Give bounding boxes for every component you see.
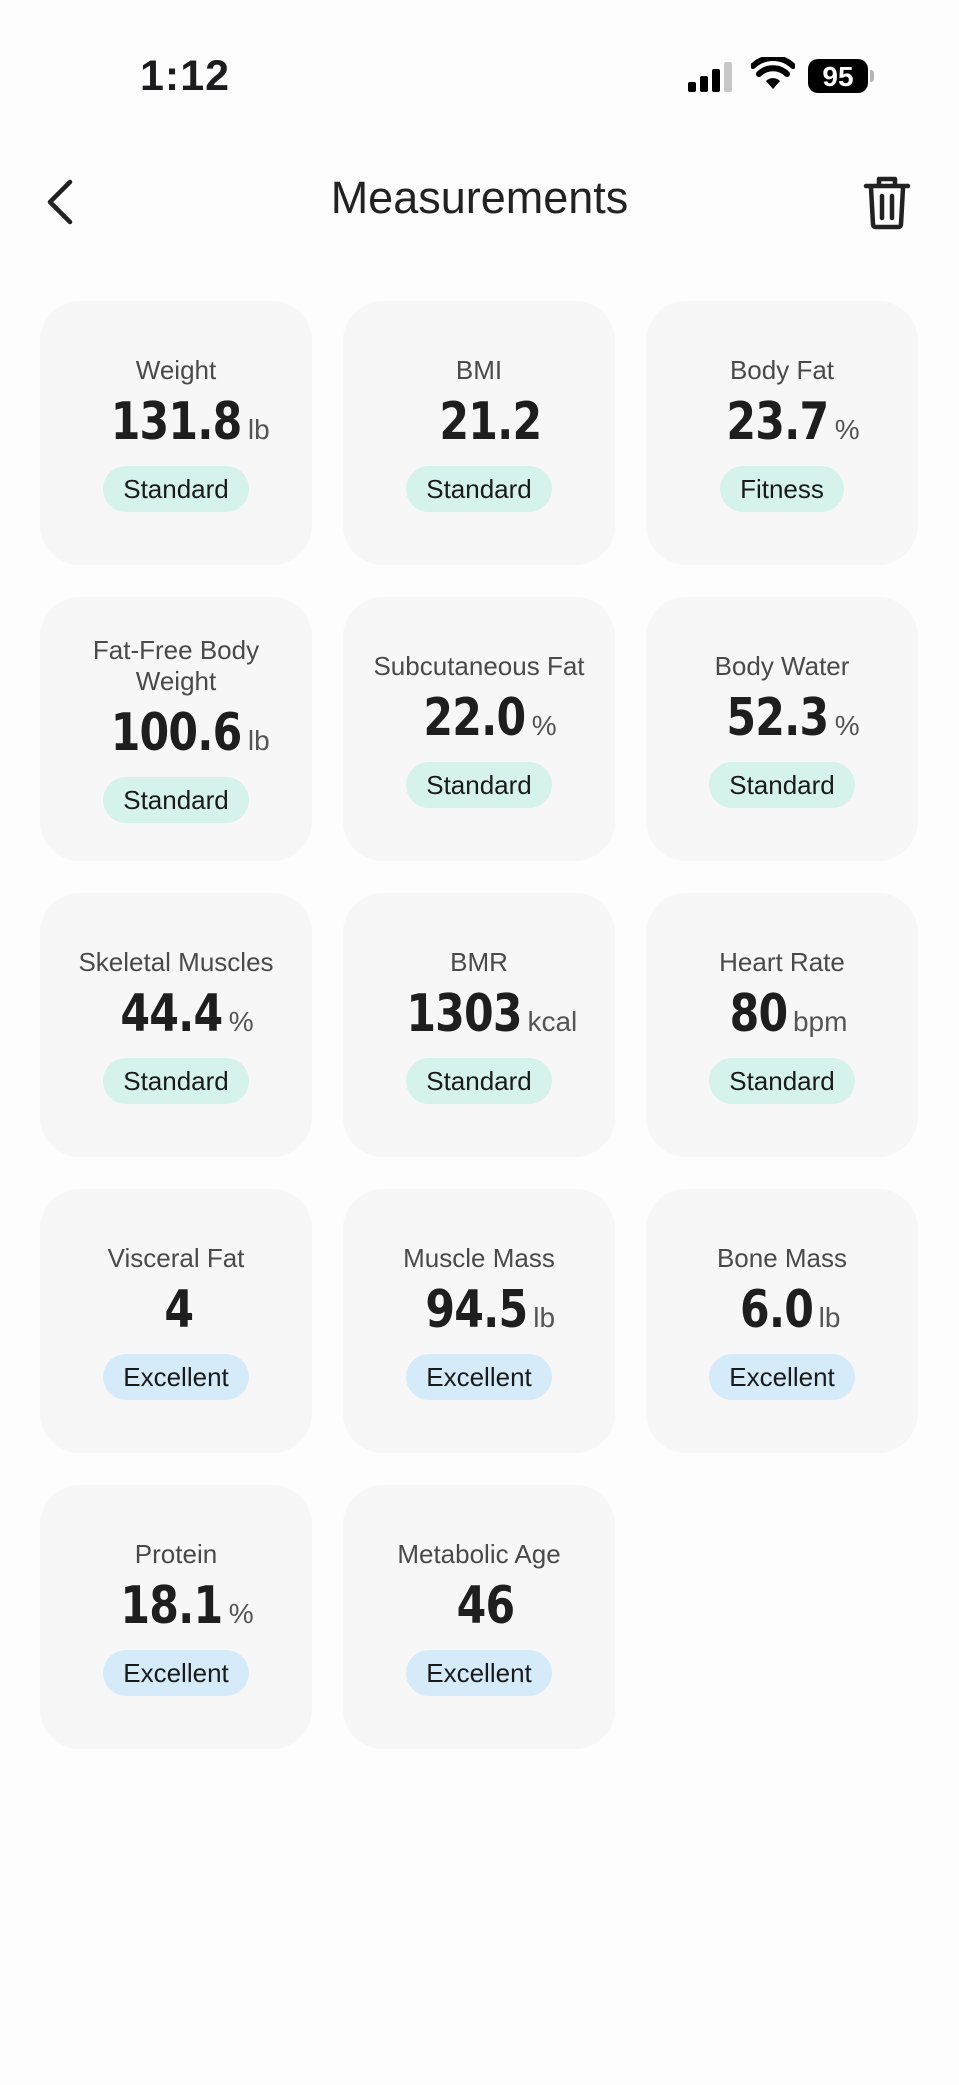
metric-label: Skeletal Muscles: [78, 946, 274, 977]
metric-value: 21.2: [439, 391, 542, 452]
metric-card-protein[interactable]: Protein 18.1% Excellent: [40, 1485, 312, 1749]
metric-card-weight[interactable]: Weight 131.8 lb Standard: [40, 301, 312, 565]
metric-value-row: 44.4%: [98, 983, 254, 1044]
status-badge: Standard: [709, 1057, 855, 1104]
metric-unit: %: [228, 1597, 254, 1629]
metric-value-row: 80 bpm: [717, 983, 848, 1044]
metric-value: 100.6: [111, 703, 243, 763]
metric-card-bmi[interactable]: BMI 21.2 Standard: [343, 301, 615, 565]
status-badge: Fitness: [720, 465, 844, 512]
delete-button[interactable]: [862, 174, 912, 230]
status-badge: Excellent: [103, 1649, 249, 1696]
status-badge: Standard: [103, 1057, 249, 1104]
battery-icon: 95: [808, 59, 874, 95]
metric-card-body-water[interactable]: Body Water 52.3% Standard: [646, 597, 918, 861]
metric-label: Bone Mass: [716, 1242, 848, 1273]
metric-unit: lb: [818, 1301, 841, 1333]
metric-value-row: 6.0 lb: [724, 1280, 841, 1340]
status-badge: Excellent: [709, 1353, 855, 1400]
metric-value: 4: [164, 1279, 195, 1340]
metric-value: 44.4: [120, 983, 224, 1044]
status-badge: Excellent: [406, 1649, 552, 1696]
metric-label: Metabolic Age: [397, 1538, 561, 1569]
status-time: 1:12: [140, 52, 231, 100]
metric-value-row: 52.3%: [704, 687, 860, 748]
metric-label: Heart Rate: [719, 946, 845, 977]
status-badge: Standard: [406, 761, 552, 808]
metric-value: 1303: [406, 983, 522, 1044]
status-badge: Standard: [709, 761, 855, 808]
metric-value: 23.7: [726, 391, 830, 452]
cellular-signal-icon: [688, 62, 732, 92]
metric-label: BMI: [455, 354, 503, 385]
metric-label: Body Water: [714, 650, 850, 681]
metric-value: 52.3: [726, 687, 830, 748]
metric-unit: bpm: [792, 1005, 848, 1037]
metric-value-row: 94.5 lb: [403, 1280, 555, 1340]
metric-label: BMR: [450, 946, 508, 977]
metric-value-row: 46: [444, 1575, 515, 1636]
status-badge: Standard: [406, 1057, 552, 1104]
page-title: Measurements: [330, 172, 629, 223]
metric-card-bone-mass[interactable]: Bone Mass 6.0 lb Excellent: [646, 1189, 918, 1453]
metric-label: Body Fat: [729, 354, 835, 385]
metric-value-row: 4: [158, 1279, 195, 1340]
metric-card-visceral-fat[interactable]: Visceral Fat 4 Excellent: [40, 1189, 312, 1453]
status-badge: Standard: [406, 465, 552, 512]
metric-label: Visceral Fat: [107, 1242, 245, 1273]
status-badge: Excellent: [103, 1353, 249, 1400]
metric-card-body-fat[interactable]: Body Fat 23.7% Fitness: [646, 301, 918, 565]
trash-icon: [863, 176, 911, 230]
metric-label: Muscle Mass: [403, 1242, 555, 1273]
metric-unit: lb: [533, 1301, 556, 1333]
metrics-grid: Weight 131.8 lb Standard BMI 21.2 Standard Body…: [40, 301, 918, 1749]
metric-value-row: 131.8 lb: [82, 391, 270, 452]
metric-value: 46: [456, 1575, 515, 1636]
metric-value-row: 100.6 lb: [82, 703, 270, 763]
metric-card-skeletal-muscles[interactable]: Skeletal Muscles 44.4% Standard: [40, 893, 312, 1157]
metric-value: 18.1: [120, 1575, 224, 1636]
metric-card-bmr[interactable]: BMR 1303 kcal Standard: [343, 893, 615, 1157]
metric-value-row: 18.1%: [98, 1575, 254, 1636]
metric-value: 80: [729, 983, 788, 1044]
metric-unit: kcal: [527, 1005, 578, 1037]
metric-card-metabolic-age[interactable]: Metabolic Age 46 Excellent: [343, 1485, 615, 1749]
metric-label: Fat-Free Body Weight: [92, 635, 260, 696]
metric-unit: %: [228, 1005, 254, 1037]
status-badge: Standard: [103, 465, 249, 512]
status-bar: 1:12 95: [0, 0, 959, 120]
metric-unit: %: [834, 413, 860, 445]
metric-label: Protein: [134, 1538, 218, 1569]
battery-level: 95: [822, 61, 854, 92]
metric-unit: %: [531, 709, 557, 741]
status-badge: Excellent: [406, 1353, 552, 1400]
metric-card-fat-free-body-weight[interactable]: Fat-Free Body Weight 100.6 lb Standard: [40, 597, 312, 861]
metric-value-row: 1303 kcal: [381, 983, 578, 1044]
metric-label: Subcutaneous Fat: [373, 650, 585, 681]
metric-card-muscle-mass[interactable]: Muscle Mass 94.5 lb Excellent: [343, 1189, 615, 1453]
metric-unit: lb: [247, 725, 270, 756]
metric-label: Weight: [135, 354, 217, 385]
status-badge: Standard: [103, 777, 249, 823]
metric-value: 6.0: [739, 1279, 814, 1340]
metric-value-row: 21.2: [417, 391, 542, 452]
metric-card-heart-rate[interactable]: Heart Rate 80 bpm Standard: [646, 893, 918, 1157]
metric-value: 131.8: [111, 391, 243, 452]
metric-value: 94.5: [425, 1279, 528, 1340]
metric-value-row: 23.7%: [704, 391, 860, 452]
metric-value-row: 22.0%: [401, 687, 557, 748]
metric-unit: %: [834, 709, 860, 741]
nav-bar: Measurements: [0, 160, 959, 240]
metric-card-subcutaneous-fat[interactable]: Subcutaneous Fat 22.0% Standard: [343, 597, 615, 861]
metric-unit: lb: [247, 413, 270, 445]
wifi-icon: [751, 57, 795, 89]
metric-value: 22.0: [423, 687, 527, 748]
